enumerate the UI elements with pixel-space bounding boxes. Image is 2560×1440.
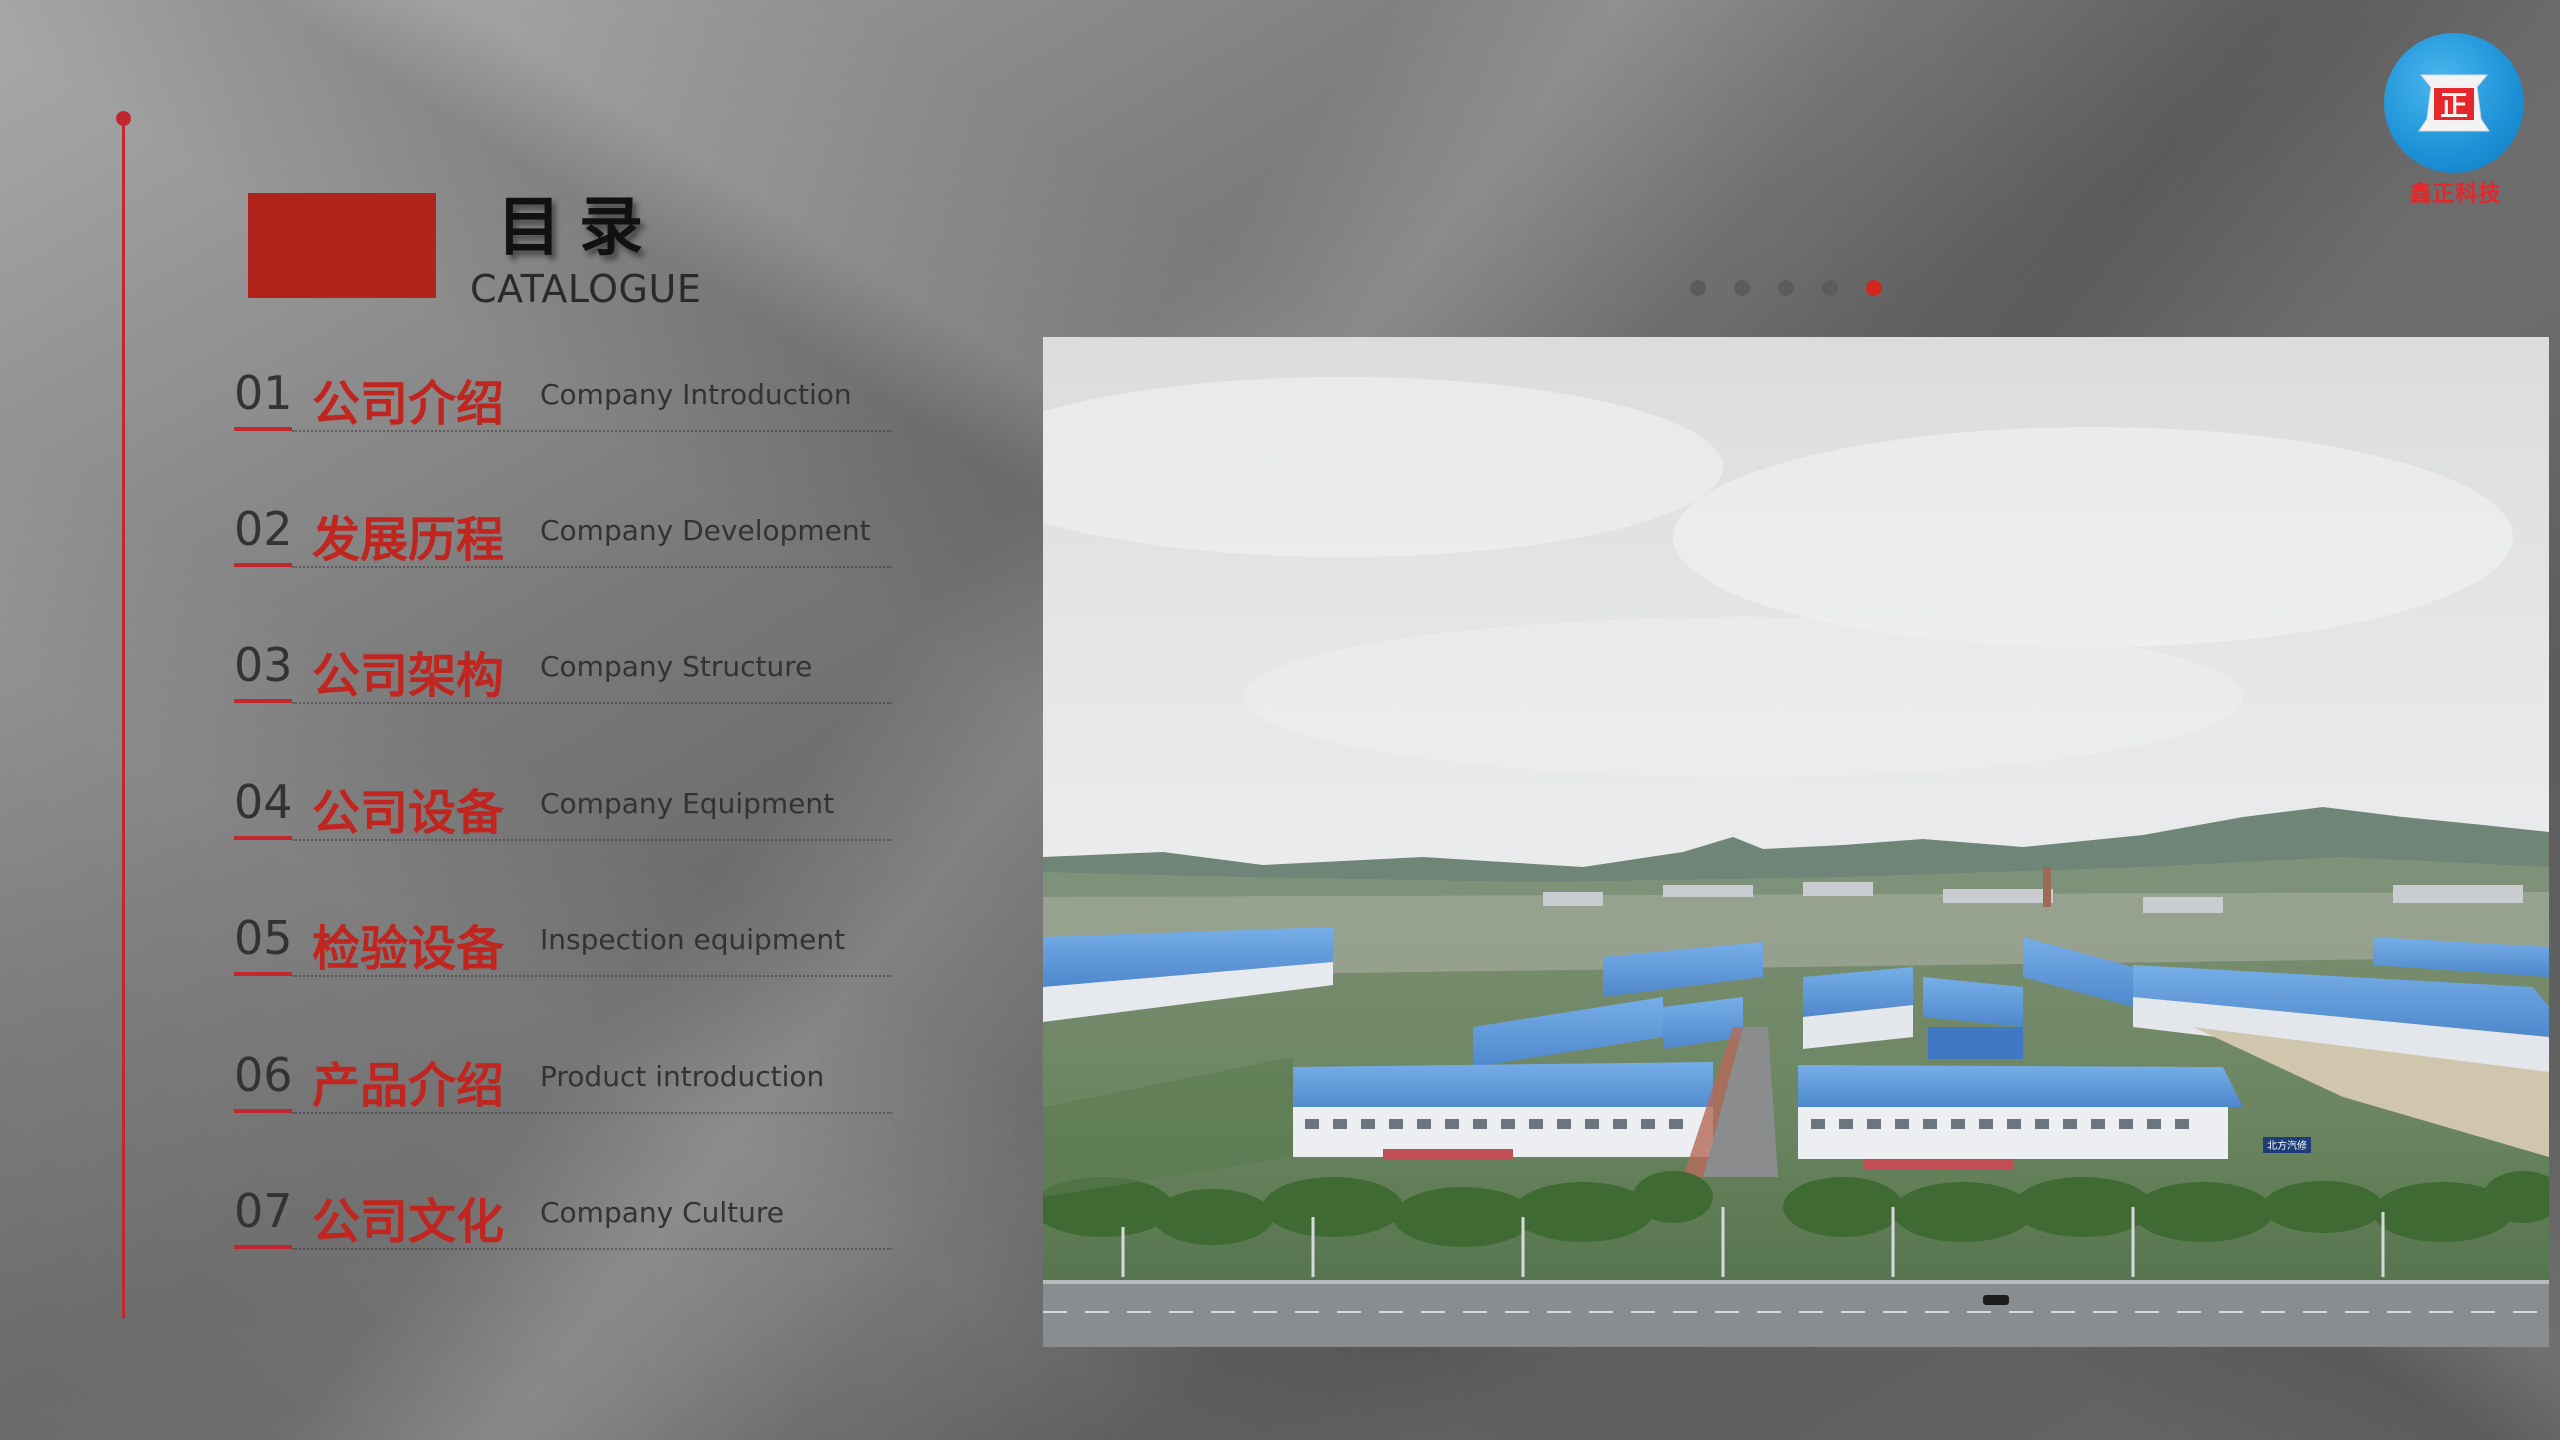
pager-dot-4[interactable] bbox=[1822, 280, 1838, 296]
factory-aerial-photo: 北方汽修 bbox=[1043, 337, 2549, 1347]
item-title-en: Company Structure bbox=[540, 650, 813, 683]
pager-dot-3[interactable] bbox=[1778, 280, 1794, 296]
item-number: 03 bbox=[234, 638, 293, 692]
item-number: 04 bbox=[234, 775, 293, 829]
logo-mark-icon: 正 bbox=[2418, 74, 2490, 132]
item-title-cn: 检验设备 bbox=[312, 921, 505, 977]
item-title-en: Product introduction bbox=[540, 1060, 825, 1093]
item-divider bbox=[292, 975, 892, 977]
item-number: 02 bbox=[234, 502, 293, 556]
item-title-cn: 公司架构 bbox=[312, 648, 505, 704]
timeline-dot bbox=[116, 111, 131, 126]
item-number-underline bbox=[234, 427, 292, 431]
item-title-en: Company Introduction bbox=[540, 378, 852, 411]
page-title: 目录 bbox=[497, 191, 661, 265]
item-number: 07 bbox=[234, 1184, 293, 1238]
pager-dot-5[interactable] bbox=[1866, 280, 1882, 296]
item-title-en: Company Equipment bbox=[540, 787, 835, 820]
item-divider bbox=[292, 430, 892, 432]
item-divider bbox=[292, 1112, 892, 1114]
item-divider bbox=[292, 839, 892, 841]
item-number-underline bbox=[234, 699, 292, 703]
item-title-en: Company Development bbox=[540, 514, 871, 547]
item-number: 01 bbox=[234, 366, 293, 420]
item-number: 06 bbox=[234, 1048, 293, 1102]
item-number-underline bbox=[234, 1245, 292, 1249]
item-number-underline bbox=[234, 563, 292, 567]
item-divider bbox=[292, 566, 892, 568]
slide-pager bbox=[1690, 280, 1882, 296]
item-title-cn: 发展历程 bbox=[312, 512, 505, 568]
catalogue-item-07[interactable]: 07 公司文化 Company Culture bbox=[232, 1184, 892, 1264]
catalogue-item-06[interactable]: 06 产品介绍 Product introduction bbox=[232, 1048, 892, 1128]
logo-text: 鑫正科技 bbox=[2409, 182, 2502, 207]
factory-sign-text: 北方汽修 bbox=[2267, 1139, 2307, 1152]
timeline-line bbox=[122, 118, 125, 1318]
item-title-cn: 公司设备 bbox=[312, 785, 505, 841]
item-number: 05 bbox=[234, 911, 293, 965]
item-number-underline bbox=[234, 1109, 292, 1113]
item-title-cn: 产品介绍 bbox=[312, 1058, 505, 1114]
item-number-underline bbox=[234, 972, 292, 976]
catalogue-item-02[interactable]: 02 发展历程 Company Development bbox=[232, 502, 892, 582]
item-title-cn: 公司介绍 bbox=[312, 376, 505, 432]
company-logo: 正 bbox=[2384, 33, 2524, 173]
factory-photo-illustration: 北方汽修 bbox=[1043, 337, 2549, 1347]
item-divider bbox=[292, 1248, 892, 1250]
catalogue-item-05[interactable]: 05 检验设备 Inspection equipment bbox=[232, 911, 892, 991]
item-title-cn: 公司文化 bbox=[312, 1194, 505, 1250]
item-number-underline bbox=[234, 836, 292, 840]
catalogue-item-03[interactable]: 03 公司架构 Company Structure bbox=[232, 638, 892, 718]
pager-dot-2[interactable] bbox=[1734, 280, 1750, 296]
item-divider bbox=[292, 702, 892, 704]
item-title-en: Inspection equipment bbox=[540, 923, 846, 956]
logo-glyph: 正 bbox=[2440, 89, 2468, 122]
title-red-block bbox=[248, 193, 436, 298]
catalogue-item-01[interactable]: 01 公司介绍 Company Introduction bbox=[232, 366, 892, 446]
page-subtitle: CATALOGUE bbox=[470, 267, 702, 311]
item-title-en: Company Culture bbox=[540, 1196, 785, 1229]
pager-dot-1[interactable] bbox=[1690, 280, 1706, 296]
catalogue-item-04[interactable]: 04 公司设备 Company Equipment bbox=[232, 775, 892, 855]
